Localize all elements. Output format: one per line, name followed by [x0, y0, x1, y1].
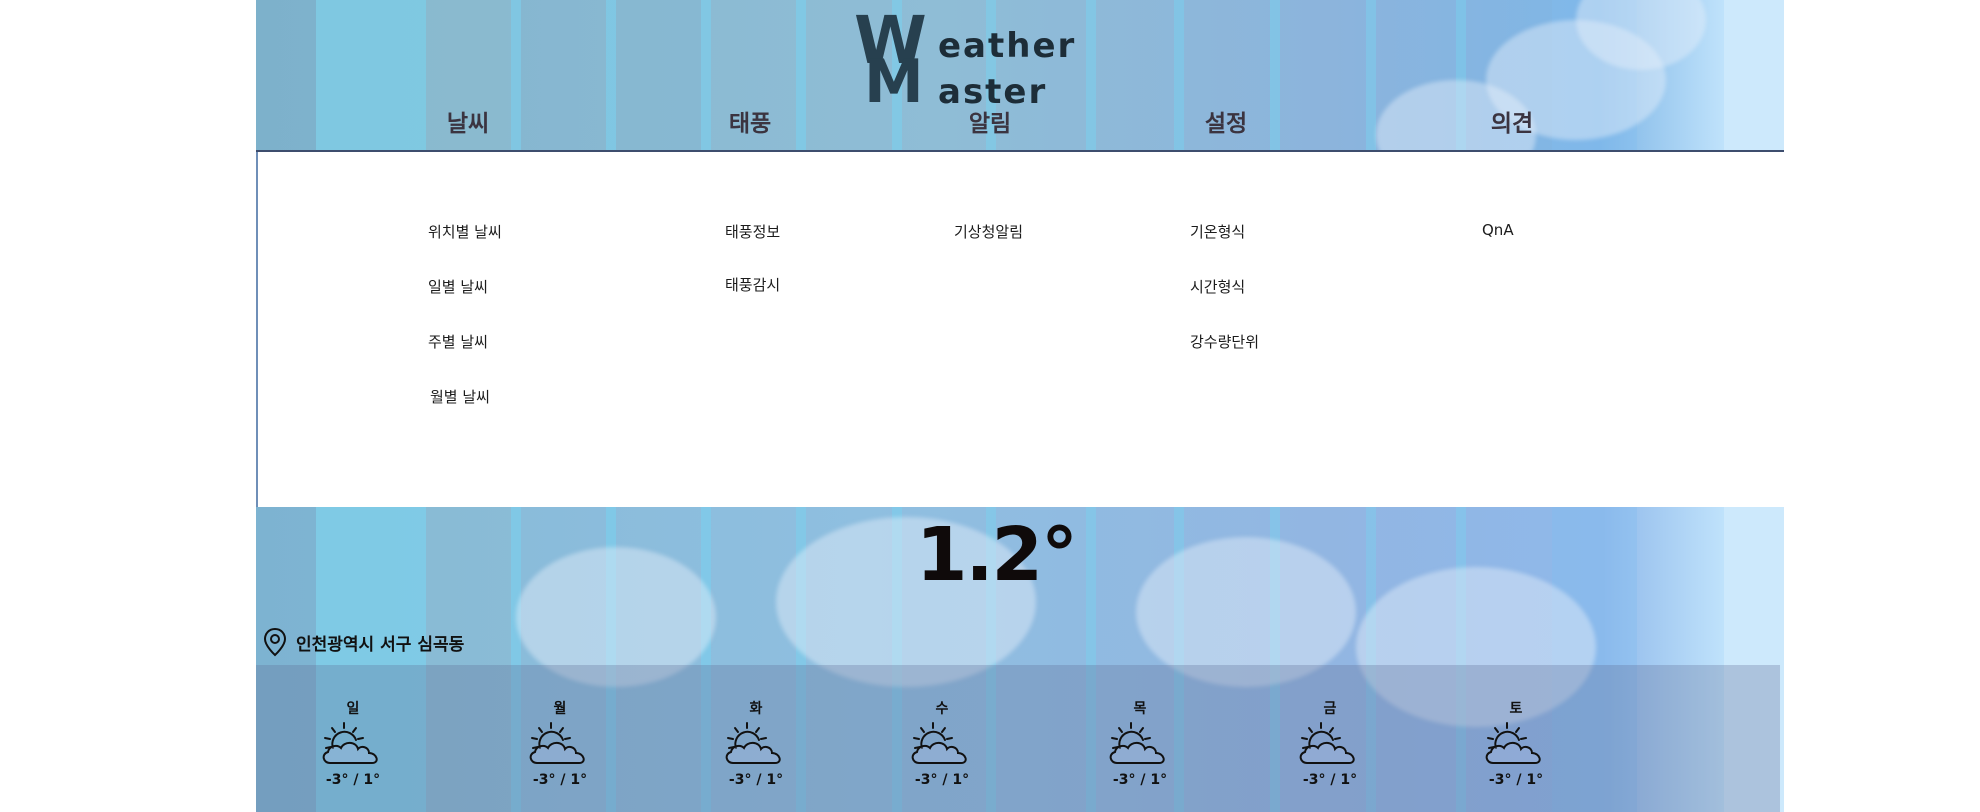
forecast-temp-range: -3° / 1°	[1488, 772, 1544, 788]
forecast-day-name: 수	[935, 701, 949, 717]
dropdown-menu-panel: 위치별 날씨 일별 날씨 주별 날씨 월별 날씨 태풍정보 태풍감시 기상청알림…	[256, 152, 1784, 507]
submenu-kma-alerts[interactable]: 기상청알림	[954, 221, 1023, 242]
weather-master-logo[interactable]: W eather M aster	[854, 8, 1144, 113]
page-frame: W eather M aster 날씨 태풍 알림 설정 의견 위치별 날씨 일…	[256, 0, 1784, 812]
nav-settings[interactable]: 설정	[1205, 104, 1247, 138]
forecast-day-card[interactable]: 수 -3° / 1°	[882, 665, 1002, 788]
partly-cloudy-icon	[1109, 722, 1165, 764]
partly-cloudy-icon	[1485, 722, 1541, 764]
forecast-day-card[interactable]: 토 -3° / 1°	[1456, 665, 1576, 788]
nav-alerts[interactable]: 알림	[969, 104, 1011, 138]
logo-letter-m: M	[864, 47, 924, 117]
weekly-forecast: 일 -3° / 1° 월 -3° / 1° 화 -3° / 1° 수 -3° /…	[256, 665, 1780, 812]
location-display[interactable]: 인천광역시 서구 심곡동	[262, 627, 464, 657]
logo-word-eather: eather	[938, 26, 1077, 66]
partly-cloudy-icon	[725, 722, 781, 764]
submenu-typhoon-watch[interactable]: 태풍감시	[725, 274, 780, 295]
forecast-day-name: 목	[1133, 701, 1147, 717]
nav-weather[interactable]: 날씨	[447, 104, 489, 138]
submenu-weekly-weather[interactable]: 주별 날씨	[428, 331, 488, 352]
partly-cloudy-icon	[529, 722, 585, 764]
forecast-temp-range: -3° / 1°	[532, 772, 588, 788]
weather-main: 1.2° 인천광역시 서구 심곡동 일 -3° / 1° 월 -3° / 1° …	[256, 507, 1784, 812]
forecast-temp-range: -3° / 1°	[1112, 772, 1168, 788]
forecast-temp-range: -3° / 1°	[914, 772, 970, 788]
forecast-day-name: 월	[553, 701, 567, 717]
submenu-monthly-weather[interactable]: 월별 날씨	[430, 386, 490, 407]
submenu-temperature-format[interactable]: 기온형식	[1190, 221, 1245, 242]
partly-cloudy-icon	[1299, 722, 1355, 764]
submenu-qna[interactable]: QnA	[1482, 221, 1514, 239]
submenu-time-format[interactable]: 시간형식	[1190, 276, 1245, 297]
forecast-day-name: 화	[749, 701, 763, 717]
partly-cloudy-icon	[322, 722, 378, 764]
submenu-precip-unit[interactable]: 강수량단위	[1190, 331, 1259, 352]
forecast-day-card[interactable]: 일 -3° / 1°	[293, 665, 413, 788]
forecast-temp-range: -3° / 1°	[1302, 772, 1358, 788]
header: W eather M aster 날씨 태풍 알림 설정 의견	[256, 0, 1784, 151]
forecast-day-card[interactable]: 목 -3° / 1°	[1080, 665, 1200, 788]
partly-cloudy-icon	[911, 722, 967, 764]
forecast-day-card[interactable]: 화 -3° / 1°	[696, 665, 816, 788]
forecast-day-name: 금	[1323, 701, 1337, 717]
location-text: 인천광역시 서구 심곡동	[296, 634, 465, 655]
forecast-temp-range: -3° / 1°	[325, 772, 381, 788]
forecast-day-name: 토	[1509, 701, 1523, 717]
forecast-day-card[interactable]: 월 -3° / 1°	[500, 665, 620, 788]
submenu-typhoon-info[interactable]: 태풍정보	[725, 221, 780, 242]
nav-typhoon[interactable]: 태풍	[729, 104, 771, 138]
forecast-day-name: 일	[346, 701, 360, 717]
nav-feedback[interactable]: 의견	[1491, 104, 1533, 138]
forecast-temp-range: -3° / 1°	[728, 772, 784, 788]
submenu-location-weather[interactable]: 위치별 날씨	[428, 221, 502, 242]
submenu-daily-weather[interactable]: 일별 날씨	[428, 276, 488, 297]
map-pin-icon	[263, 627, 287, 657]
forecast-day-card[interactable]: 금 -3° / 1°	[1270, 665, 1390, 788]
current-temperature: 1.2°	[915, 512, 1078, 598]
